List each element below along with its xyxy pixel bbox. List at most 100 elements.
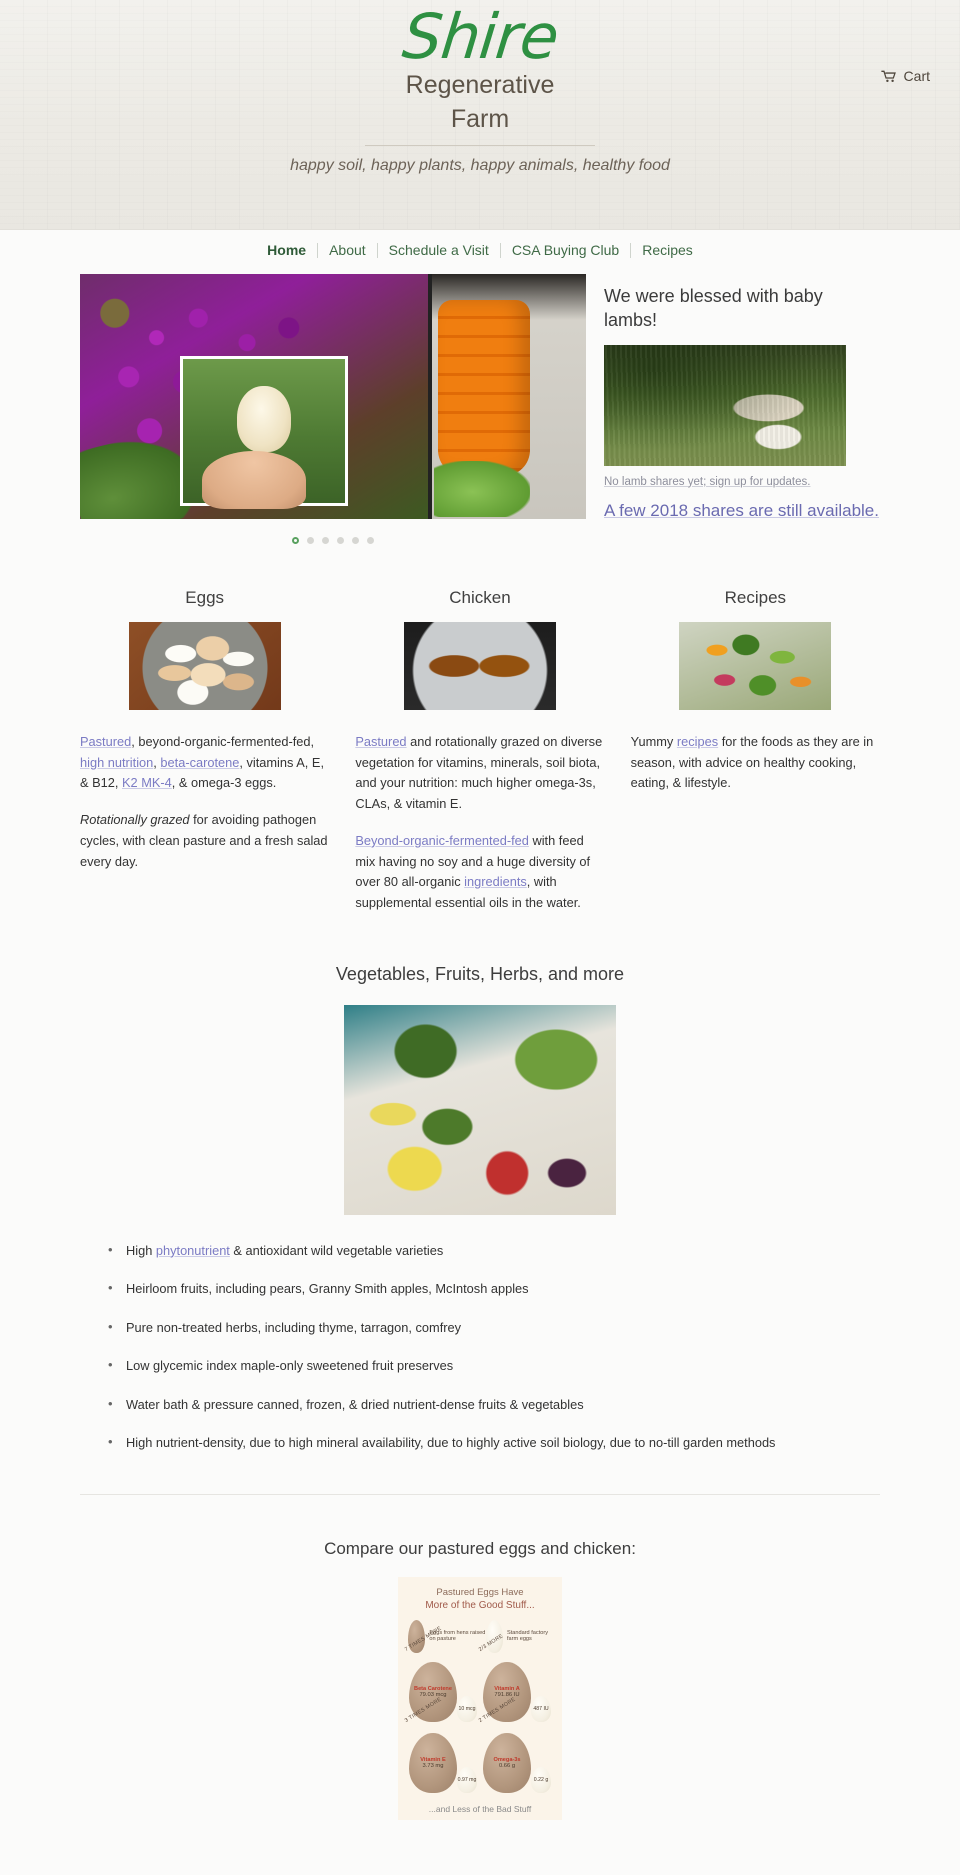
slide-image-right	[432, 274, 586, 519]
infographic-cell: 3 TIMES MORE Vitamin E 3.73 mg 0.97 mg	[404, 1697, 477, 1793]
brand-name: Shire	[398, 0, 562, 73]
column-title: Eggs	[185, 588, 225, 607]
factory-egg-shape: 0.22 g	[531, 1766, 551, 1793]
body-text: High nutrient-density, due to high miner…	[126, 1435, 776, 1451]
column-title: Chicken	[449, 588, 511, 607]
slider-dot-5[interactable]	[352, 537, 359, 544]
list-item: High nutrient-density, due to high miner…	[100, 1432, 860, 1453]
infographic-title-line1: Pastured Eggs Have	[436, 1586, 524, 1598]
pastured-egg-shape: Omega-3s 0.66 g	[483, 1732, 531, 1793]
inline-link[interactable]: phytonutrient	[156, 1243, 230, 1258]
body-text: Low glycemic index maple-only sweetened …	[126, 1358, 454, 1374]
slider-dots[interactable]	[80, 531, 586, 549]
compare-title: Compare our pastured eggs and chicken:	[324, 1538, 636, 1558]
shopping-cart-icon	[880, 70, 897, 83]
factory-egg-value: 0.97 mg	[457, 1776, 477, 1783]
slider-dot-6[interactable]	[367, 537, 374, 544]
cart-link[interactable]: Cart	[880, 68, 930, 84]
feature-column-chicken: Chicken Pastured and rotationally grazed …	[355, 571, 604, 930]
infographic-rows: 7 TIMES MORE Beta Carotene 79.03 mcg 10 mcg…	[404, 1626, 554, 1793]
slider-dot-3[interactable]	[322, 537, 329, 544]
infographic-title-line2: More of the Good Stuff...	[425, 1600, 535, 1612]
list-item: High phytonutrient & antioxidant wild ve…	[100, 1240, 860, 1261]
column-image-recipes[interactable]	[679, 622, 832, 710]
column-paragraph-1: Yummy recipes for the foods as they are …	[631, 732, 880, 794]
basil-leaves	[434, 461, 530, 517]
nav-item-csa-buying-club[interactable]: CSA Buying Club	[501, 243, 630, 257]
slider-dot-4[interactable]	[337, 537, 344, 544]
brand-line-2: Regenerative	[405, 70, 555, 99]
feature-column-eggs: Eggs Pastured, beyond-organic-fermented-f…	[80, 571, 329, 930]
aside-title: We were blessed with baby lambs!	[604, 286, 823, 331]
column-paragraph-2: Rotationally grazed for avoiding pathoge…	[80, 810, 329, 872]
cart-label: Cart	[903, 68, 930, 84]
apple-core-inset-photo	[180, 356, 348, 509]
inline-link[interactable]: recipes	[677, 734, 718, 749]
site-header: Shire Regenerative Farm happy soil, happ…	[0, 0, 960, 230]
compare-section: Compare our pastured eggs and chicken: P…	[80, 1495, 880, 1820]
slider-dot-2[interactable]	[307, 537, 314, 544]
column-image-chicken[interactable]	[403, 622, 556, 710]
infographic-row: 7 TIMES MORE Beta Carotene 79.03 mcg 10 mcg…	[404, 1626, 554, 1722]
factory-egg-shape: 0.97 mg	[457, 1766, 477, 1793]
infographic-footer: ...and Less of the Bad Stuff	[428, 1803, 532, 1814]
body-text: Heirloom fruits, including pears, Granny…	[126, 1281, 529, 1297]
site-tagline: happy soil, happy plants, happy animals,…	[290, 157, 670, 174]
list-item: Low glycemic index maple-only sweetened …	[100, 1355, 860, 1376]
body-text: , & omega-3 eggs.	[171, 775, 277, 791]
inline-link[interactable]: Pastured	[80, 734, 131, 749]
infographic-row: 3 TIMES MORE Vitamin E 3.73 mg 0.97 mg 2 TIM…	[404, 1697, 554, 1793]
carrot-photo	[432, 274, 586, 519]
inline-link[interactable]: ingredients	[464, 874, 527, 889]
nav-item-home[interactable]: Home	[256, 243, 317, 257]
emphasis-text: Rotationally grazed	[80, 812, 190, 828]
body-text: Pure non-treated herbs, including thyme,…	[126, 1319, 462, 1335]
hero-section: We were blessed with baby lambs! No lamb…	[80, 274, 880, 549]
nutrient-value: 0.66 g	[498, 1762, 516, 1769]
brand-block: Shire Regenerative Farm	[0, 0, 960, 146]
vegetables-title: Vegetables, Fruits, Herbs, and more	[335, 963, 625, 984]
pastured-egg-shape: Vitamin E 3.73 mg	[409, 1732, 457, 1793]
column-paragraph-1: Pastured and rotationally grazed on dive…	[355, 732, 604, 815]
factory-egg-value: 10 mcg	[458, 1705, 476, 1712]
shares-available-link[interactable]: A few 2018 shares are still available.	[604, 500, 880, 523]
column-image-eggs[interactable]	[128, 622, 281, 710]
legend-factory-label: Standard factory farm eggs	[506, 1629, 549, 1643]
infographic-cell: 2 TIMES MORE Omega-3s 0.66 g 0.22 g	[478, 1697, 551, 1793]
factory-egg-shape: 10 mcg	[457, 1695, 477, 1722]
vegetables-photo	[344, 1004, 616, 1215]
nav-list: Home About Schedule a Visit CSA Buying Club…	[256, 242, 704, 258]
body-text: High	[126, 1242, 156, 1258]
list-item: Pure non-treated herbs, including thyme,…	[100, 1317, 860, 1338]
list-item: Heirloom fruits, including pears, Granny…	[100, 1278, 860, 1299]
brand-line-3: Farm	[450, 104, 510, 133]
slide-image-left	[80, 274, 428, 519]
body-text: , beyond-organic-fermented-fed,	[131, 734, 315, 749]
lamb-photo	[604, 344, 846, 466]
slider-frame	[80, 274, 586, 519]
inline-link[interactable]: Beyond-organic-fermented-fed	[355, 833, 529, 848]
infographic-title: Pastured Eggs Have More of the Good Stuf…	[406, 1587, 554, 1613]
slider-dot-1[interactable]	[292, 537, 299, 544]
body-text: Water bath & pressure canned, frozen, & …	[126, 1396, 584, 1412]
inline-link[interactable]: K2 MK-4	[122, 775, 172, 790]
hero-slider[interactable]	[80, 274, 586, 549]
list-item: Water bath & pressure canned, frozen, & …	[100, 1394, 860, 1415]
nav-item-recipes[interactable]: Recipes	[631, 243, 704, 257]
lamb-shares-note-link[interactable]: No lamb shares yet; sign up for updates.	[604, 476, 880, 488]
inline-link[interactable]: high nutrition	[80, 755, 153, 770]
nutrient-value: 791.86 IU	[494, 1691, 520, 1698]
column-title: Recipes	[724, 588, 787, 607]
nav-item-about[interactable]: About	[318, 243, 377, 257]
feature-column-recipes: Recipes Yummy recipes for the foods as th…	[631, 571, 880, 930]
factory-egg-value: 0.22 g	[533, 1776, 549, 1783]
factory-egg-shape: 487 IU	[531, 1695, 551, 1722]
factory-egg-value: 487 IU	[533, 1705, 549, 1712]
inline-link[interactable]: beta-carotene	[160, 755, 239, 770]
egg-comparison-infographic: Pastured Eggs Have More of the Good Stuf…	[398, 1576, 562, 1820]
hand	[202, 451, 307, 509]
nav-item-schedule-a-visit[interactable]: Schedule a Visit	[378, 243, 500, 257]
vegetables-bullet-list: High phytonutrient & antioxidant wild ve…	[80, 1240, 880, 1454]
inline-link[interactable]: Pastured	[355, 734, 406, 749]
column-paragraph-2: Beyond-organic-fermented-fed with feed m…	[355, 831, 604, 914]
